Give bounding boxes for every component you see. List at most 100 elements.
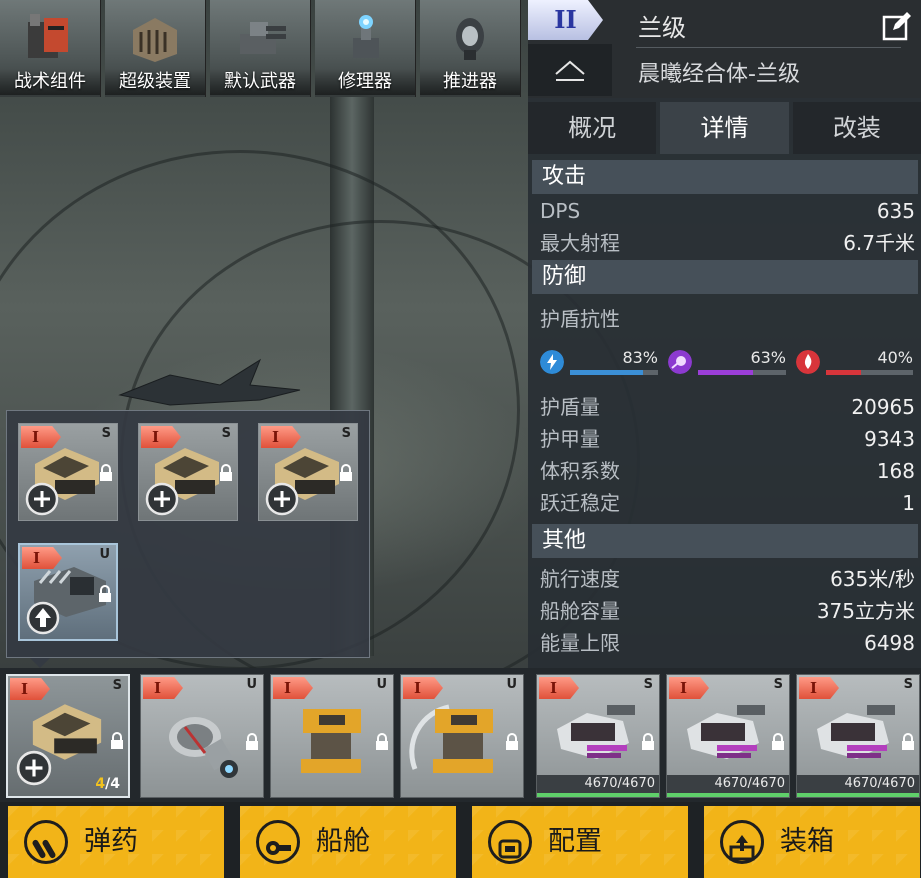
repairer-icon: [353, 15, 379, 58]
tier-badge: I: [669, 677, 709, 699]
detail-tabs: 概况 详情 改装: [528, 102, 921, 154]
equip-slot[interactable]: I U: [400, 674, 524, 798]
module-category-tabs: 战术组件 超级装置 默认武器 修理器 推进器: [0, 0, 524, 97]
lock-icon: [100, 464, 112, 481]
action-bar: 弹药 船舱 配置 装箱: [0, 802, 921, 878]
tab-repairer[interactable]: 修理器: [315, 0, 416, 97]
slot-selection-popup: I S I S I S I U: [6, 410, 370, 658]
resist-thermal: 40%: [796, 348, 913, 378]
equip-slot[interactable]: I U: [270, 674, 394, 798]
lock-icon: [902, 733, 914, 750]
cargo-button[interactable]: 船舱: [240, 806, 456, 878]
lock-icon: [376, 733, 388, 750]
stat-label: 护甲量: [540, 427, 600, 451]
lock-icon: [220, 464, 232, 481]
add-icon: [265, 482, 299, 516]
stat-value: 20965: [851, 395, 915, 419]
weapon-module-icon: [817, 705, 895, 759]
popup-slot-selected[interactable]: I U: [18, 543, 118, 641]
slot-type-label: U: [376, 677, 387, 692]
energy-orb-icon: [668, 350, 692, 374]
equip-slot[interactable]: I U: [140, 674, 264, 798]
stat-row-shield: 护盾量 20965: [540, 392, 915, 422]
durability-bar: [667, 793, 789, 797]
add-icon: [25, 482, 59, 516]
tab-default-weapon[interactable]: 默认武器: [210, 0, 311, 97]
popup-slot[interactable]: I S: [258, 423, 358, 521]
stat-label: 能量上限: [540, 631, 620, 655]
ammo-button[interactable]: 弹药: [8, 806, 224, 878]
durability-readout: 4670/4670: [797, 775, 919, 797]
repairer-module-icon: [301, 709, 361, 773]
slot-count: 4/4: [95, 776, 120, 792]
stat-value: 9343: [864, 427, 915, 451]
loadout-button[interactable]: 配置: [472, 806, 688, 878]
stat-value: 635米/秒: [830, 567, 915, 591]
repairer-module-icon: [409, 704, 493, 773]
section-defense: 防御: [532, 260, 918, 294]
edit-icon[interactable]: [881, 10, 913, 42]
popup-slot[interactable]: I S: [18, 423, 118, 521]
popup-slot[interactable]: I S: [138, 423, 238, 521]
stat-value: 6.7千米: [843, 231, 915, 255]
stat-label: 船舱容量: [540, 599, 620, 623]
loadout-icon: [498, 839, 522, 859]
resist-electric: 83%: [540, 348, 658, 378]
resist-percent: 83%: [622, 348, 658, 367]
stat-value: 1: [902, 491, 915, 515]
tier-badge: I: [539, 677, 579, 699]
add-icon: [16, 750, 52, 786]
add-icon: [145, 482, 179, 516]
lock-icon: [340, 464, 352, 481]
equip-slot-active[interactable]: I S 4/4: [6, 674, 130, 798]
tab-label: 修理器: [315, 69, 415, 95]
stat-value: 168: [876, 459, 915, 483]
slot-type-label: S: [773, 677, 783, 692]
lock-icon: [99, 585, 111, 602]
collapse-button[interactable]: [528, 44, 612, 96]
ammo-icon: [32, 839, 56, 859]
stats-panel: 概况 详情 改装 攻击 DPS 635 最大射程 6.7千米 防御 护盾抗性 8…: [528, 98, 921, 668]
resist-bar-fill: [826, 370, 861, 375]
ship-header: II 兰级 晨曦经合体-兰级: [528, 0, 921, 98]
chevron-up-icon: [555, 60, 585, 81]
tier-badge: I: [10, 678, 50, 700]
equip-slot-weapon[interactable]: I S 4670/4670: [536, 674, 660, 798]
durability-value: 4670/4670: [714, 776, 785, 791]
stat-row-speed: 航行速度 635米/秒: [540, 564, 915, 594]
stat-row-armor: 护甲量 9343: [540, 424, 915, 454]
popup-pointer: [30, 658, 50, 668]
durability-value: 4670/4670: [584, 776, 655, 791]
durability-readout: 4670/4670: [537, 775, 659, 797]
tier-badge: I: [143, 677, 183, 699]
equipment-bar: I S 4/4 I U I U I U I S 4670/4670 I S 46…: [0, 668, 921, 802]
stat-label: 跃迁稳定: [540, 491, 620, 515]
pack-button[interactable]: 装箱: [704, 806, 920, 878]
tactical-component-icon: [28, 14, 68, 58]
tab-details[interactable]: 详情: [660, 102, 789, 154]
tab-tactical-component[interactable]: 战术组件: [0, 0, 101, 97]
slot-type-label: S: [903, 677, 913, 692]
slot-type-label: S: [643, 677, 653, 692]
stat-row-cargo: 船舱容量 375立方米: [540, 596, 915, 626]
stat-row-energy: 能量上限 6498: [540, 628, 915, 658]
stat-value: 635: [876, 199, 915, 223]
cargo-label: 船舱: [316, 826, 370, 857]
slot-type-label: S: [341, 426, 351, 441]
equip-slot-weapon[interactable]: I S 4670/4670: [796, 674, 920, 798]
tier-badge: I: [799, 677, 839, 699]
stat-row-warp: 跃迁稳定 1: [540, 488, 915, 518]
slot-type-label: S: [112, 678, 122, 693]
lock-icon: [642, 733, 654, 750]
equip-slot-weapon[interactable]: I S 4670/4670: [666, 674, 790, 798]
stat-label: DPS: [540, 199, 581, 223]
tab-overview[interactable]: 概况: [528, 102, 657, 154]
tab-thruster[interactable]: 推进器: [420, 0, 521, 97]
tier-badge: II: [528, 0, 603, 40]
tab-super-device[interactable]: 超级装置: [105, 0, 206, 97]
stat-row-range: 最大射程 6.7千米: [540, 228, 915, 258]
slot-type-label: S: [221, 426, 231, 441]
default-weapon-icon: [240, 22, 286, 54]
tab-modify[interactable]: 改装: [792, 102, 921, 154]
slot-type-label: U: [99, 547, 110, 562]
